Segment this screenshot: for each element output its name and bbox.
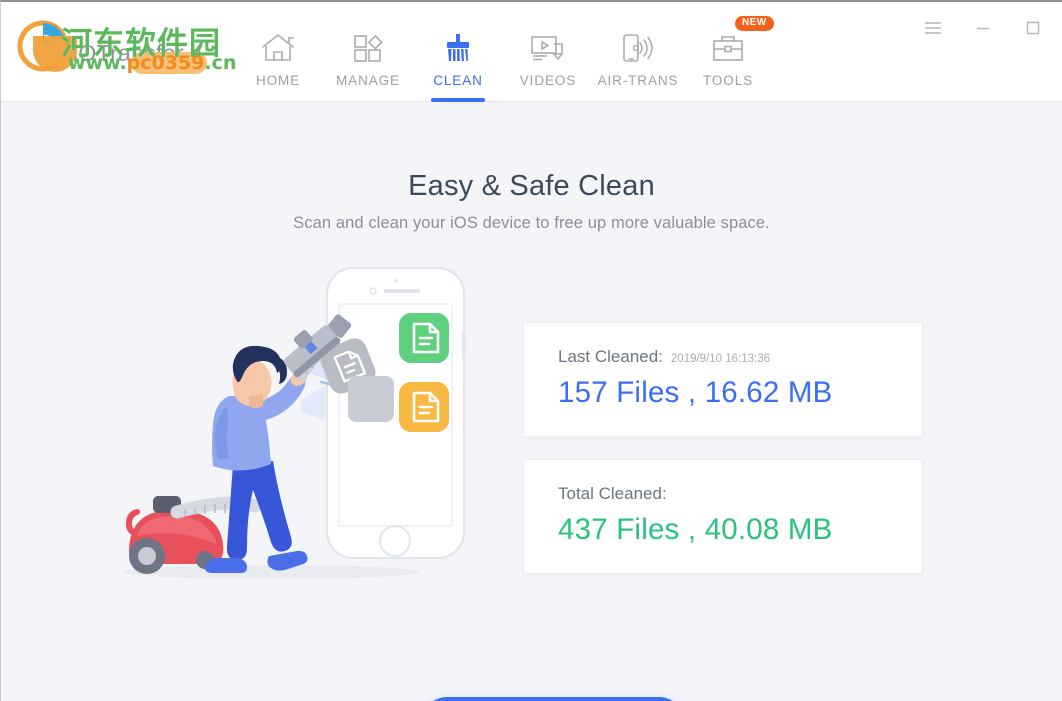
total-cleaned-card: Total Cleaned: 437 Files , 40.08 MB [523, 459, 923, 574]
grid-shapes-icon [350, 31, 386, 65]
clean-stats-cards: Last Cleaned: 2019/9/10 16:13:36 157 Fil… [523, 322, 923, 574]
nav-item-videos[interactable]: VIDEOS [503, 2, 593, 102]
nav-item-manage[interactable]: MANAGE [323, 2, 413, 102]
nav-label-tools: TOOLS [702, 73, 754, 88]
nav-label-air-trans: AIR-TRANS [597, 73, 679, 88]
tools-new-badge: NEW [735, 16, 774, 31]
nav-item-clean[interactable]: CLEAN [413, 2, 503, 102]
watermark-site-url: www.pc0359.cn [68, 52, 236, 74]
last-cleaned-label: Last Cleaned: [558, 347, 663, 366]
total-cleaned-value: 437 Files , 40.08 MB [558, 513, 833, 546]
nav-label-home: HOME [255, 73, 301, 88]
nav-item-home[interactable]: HOME [233, 2, 323, 102]
watermark-url-prefix: www. [68, 52, 127, 74]
phone-wifi-icon [618, 31, 658, 65]
main-navigation: HOME MANAGE CLEAN VIDEOS AIR-TRANS TOOLS… [233, 2, 774, 102]
scan-my-iphone-button[interactable]: Scan My iPhone [422, 697, 684, 701]
last-cleaned-card: Last Cleaned: 2019/9/10 16:13:36 157 Fil… [523, 322, 923, 437]
watermark-url-mid: pc0359 [126, 52, 205, 74]
page-subtitle: Scan and clean your iOS device to free u… [293, 214, 770, 232]
last-cleaned-header: Last Cleaned: 2019/9/10 16:13:36 [558, 347, 922, 367]
main-content: Easy & Safe Clean Scan and clean your iO… [1, 102, 1062, 701]
broom-icon [440, 31, 476, 65]
hamburger-menu-icon[interactable] [918, 15, 948, 41]
nav-item-tools[interactable]: TOOLS NEW [683, 2, 774, 102]
last-cleaned-value: 157 Files , 16.62 MB [558, 376, 833, 409]
last-cleaned-timestamp: 2019/9/10 16:13:36 [670, 353, 771, 365]
nav-label-clean: CLEAN [433, 73, 483, 88]
nav-item-air-trans[interactable]: AIR-TRANS [593, 2, 683, 102]
minimize-icon[interactable] [968, 15, 998, 41]
maximize-icon[interactable] [1018, 15, 1048, 41]
nav-label-manage: MANAGE [336, 73, 400, 88]
watermark-url-suffix: .cn [204, 52, 237, 74]
window-controls [918, 15, 1048, 41]
video-download-icon [529, 31, 567, 65]
toolbox-icon [710, 31, 746, 65]
nav-label-videos: VIDEOS [519, 73, 577, 88]
application-window: iOTransfer 4 河东软件园 www.pc0359.cn [0, 0, 1062, 701]
total-cleaned-label: Total Cleaned: [558, 484, 667, 503]
app-header: iOTransfer 4 河东软件园 www.pc0359.cn [1, 2, 1062, 102]
page-title: Easy & Safe Clean [408, 170, 655, 202]
total-cleaned-header: Total Cleaned: [558, 484, 922, 504]
home-icon [260, 31, 296, 65]
brand-logo[interactable]: iOTransfer 4 河东软件园 www.pc0359.cn [13, 14, 236, 76]
person-vacuuming-phone-illustration [111, 260, 483, 590]
